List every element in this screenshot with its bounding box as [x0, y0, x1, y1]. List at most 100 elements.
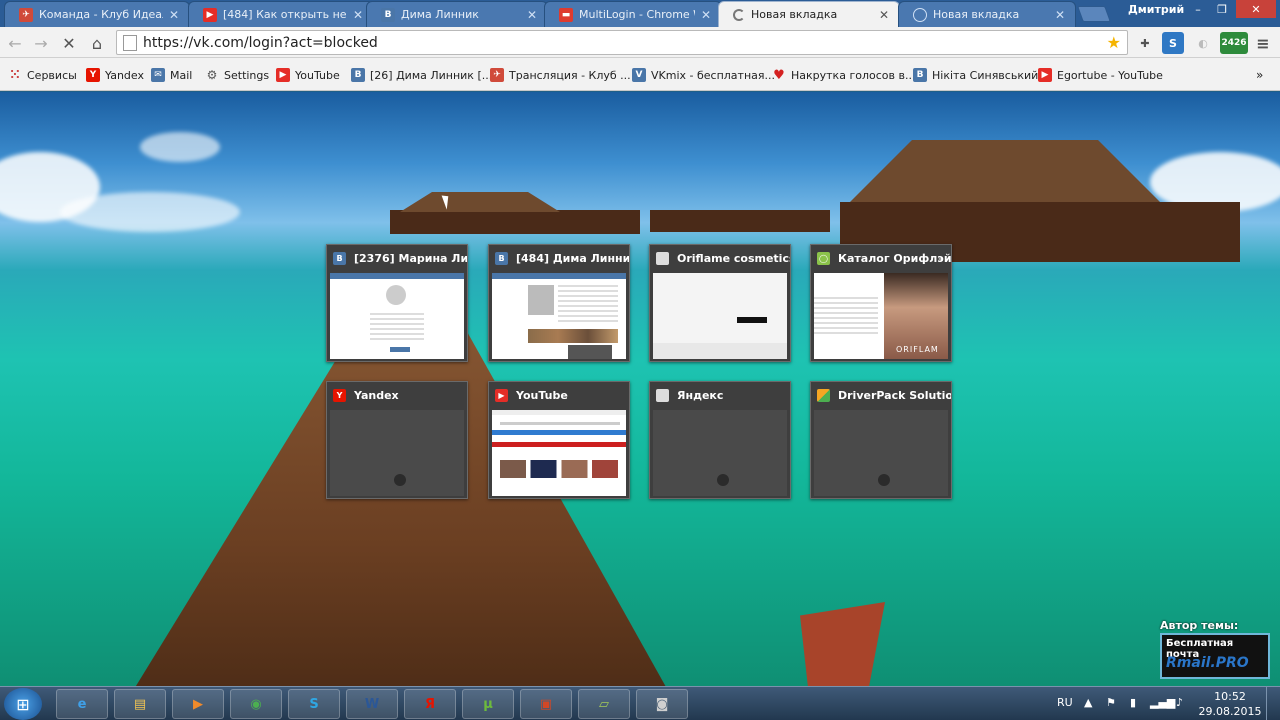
tab-3[interactable]: B Дима Линник ✕	[366, 1, 548, 27]
tab-2[interactable]: ▶ [484] Как открыть неско ✕	[188, 1, 374, 27]
bookmark-votes[interactable]: ♥ Накрутка голосов в...	[772, 67, 915, 83]
bookmark-star-icon[interactable]: ★	[1107, 33, 1121, 52]
minimize-button[interactable]: –	[1186, 0, 1210, 18]
forward-arrow-icon[interactable]: →	[30, 32, 52, 54]
home-icon[interactable]: ⌂	[86, 32, 108, 54]
tile-header: Y Yandex	[327, 382, 467, 408]
thumb-footer	[653, 343, 787, 359]
extension-badge: 2426	[1221, 37, 1247, 48]
speed-dial-tile[interactable]: B [484] Дима Линник	[488, 244, 630, 362]
url-input[interactable]	[143, 34, 1127, 51]
tab-favicon-icon: ✈	[19, 7, 33, 22]
bookmark-translation[interactable]: ✈ Трансляция - Клуб ...	[490, 67, 631, 83]
bookmark-services[interactable]: ⁙ Сервисы	[8, 67, 77, 83]
rocket-icon: ✈	[490, 68, 504, 82]
close-icon[interactable]: ✕	[877, 8, 891, 22]
new-tab-background	[0, 92, 1280, 686]
network-signal-icon[interactable]: ▂▄▆	[1150, 696, 1175, 709]
tile-header: Яндекс	[650, 382, 790, 408]
bookmark-dima[interactable]: B [26] Дима Линник [...	[351, 67, 492, 83]
language-indicator[interactable]: RU	[1057, 696, 1073, 709]
tab-title: Команда - Клуб Идеаль	[39, 8, 163, 21]
tile-label: Каталог Орифлэйм	[838, 251, 951, 265]
utorrent-icon[interactable]: µ	[462, 689, 514, 719]
overwater-hut	[650, 210, 830, 232]
camera-icon[interactable]: ◙	[636, 689, 688, 719]
tile-label: [2376] Марина Линн	[354, 251, 467, 265]
stop-icon[interactable]: ✕	[58, 32, 80, 54]
theme-author-badge[interactable]: Бесплатная почта Rmail.PRO	[1160, 633, 1270, 679]
word-icon[interactable]: W	[346, 689, 398, 719]
mail-icon: ✉	[151, 68, 165, 82]
more-bookmarks-chevron-icon[interactable]: »	[1256, 67, 1263, 83]
blank-page-icon	[656, 251, 669, 265]
speed-dial-tile[interactable]: DriverPack Solution	[810, 381, 952, 499]
close-icon[interactable]: ✕	[525, 8, 539, 22]
back-arrow-icon[interactable]: ←	[4, 32, 26, 54]
tab-4[interactable]: ▬ MultiLogin - Chrome We ✕	[544, 1, 722, 27]
bookmark-settings[interactable]: ⚙ Settings	[205, 67, 270, 83]
yandex-browser-icon[interactable]: Я	[404, 689, 456, 719]
speed-dial-tile[interactable]: Oriflame cosmetics	[649, 244, 791, 362]
youtube-icon: ▶	[1038, 68, 1052, 82]
bookmark-youtube[interactable]: ▶ YouTube	[276, 67, 340, 83]
speed-dial-tile[interactable]: Y Yandex	[326, 381, 468, 499]
catalog-icon: ◯	[817, 251, 830, 265]
presentation-icon[interactable]: ▣	[520, 689, 572, 719]
thumb-header-bar	[492, 273, 626, 279]
tab-5-active[interactable]: Новая вкладка ✕	[718, 1, 900, 27]
close-icon[interactable]: ✕	[699, 8, 713, 22]
new-tab-button[interactable]	[1077, 6, 1111, 22]
apps-grid-icon: ⁙	[9, 67, 21, 83]
hut-roof	[400, 192, 560, 212]
vk-icon: B	[351, 68, 365, 82]
close-icon[interactable]: ✕	[1053, 8, 1067, 22]
tab-6[interactable]: Новая вкладка ✕	[898, 1, 1076, 27]
tile-label: DriverPack Solution	[838, 388, 951, 402]
driverpack-icon	[817, 388, 830, 402]
close-icon[interactable]: ✕	[167, 8, 181, 22]
extension-puzzle-icon[interactable]: ✚	[1134, 32, 1156, 54]
action-center-flag-icon[interactable]: ⚑	[1106, 696, 1116, 709]
notes-icon[interactable]: ▱	[578, 689, 630, 719]
youtube-icon: ▶	[276, 68, 290, 82]
speed-dial-tile[interactable]: Яндекс	[649, 381, 791, 499]
battery-icon[interactable]: ▮	[1130, 696, 1136, 709]
profile-name[interactable]: Дмитрий	[1128, 3, 1184, 16]
close-icon[interactable]: ✕	[351, 8, 365, 22]
volume-icon[interactable]: ♪	[1176, 696, 1183, 709]
tray-expand-icon[interactable]: ▲	[1084, 696, 1092, 709]
bookmarks-bar: ⁙ Сервисы Y Yandex ✉ Mail ⚙ Settings ▶ YouTub…	[0, 58, 1280, 91]
speed-dial-tile[interactable]: B [2376] Марина Линн	[326, 244, 468, 362]
bookmark-yandex[interactable]: Y Yandex	[86, 67, 144, 83]
bookmark-mail[interactable]: ✉ Mail	[151, 67, 192, 83]
bookmark-nikita[interactable]: B Нікіта Синявський	[913, 67, 1038, 83]
media-player-icon[interactable]: ▶	[172, 689, 224, 719]
system-clock[interactable]: 10:52 29.08.2015	[1198, 689, 1262, 719]
skype-icon[interactable]: S	[288, 689, 340, 719]
restore-button[interactable]: ❐	[1210, 0, 1234, 18]
close-window-button[interactable]: ✕	[1236, 0, 1276, 18]
ie-icon[interactable]: e	[56, 689, 108, 719]
explorer-icon[interactable]: ▤	[114, 689, 166, 719]
tab-1[interactable]: ✈ Команда - Клуб Идеаль ✕	[4, 1, 190, 27]
menu-icon[interactable]: ≡	[1252, 32, 1274, 54]
speed-dial-tile[interactable]: ▶ YouTube	[488, 381, 630, 499]
loading-spinner-icon	[733, 8, 745, 21]
skype-extension-icon[interactable]: S	[1162, 32, 1184, 54]
overwater-hut	[390, 210, 640, 234]
gear-icon: ⚙	[206, 68, 218, 82]
chair-decoration	[800, 602, 885, 686]
show-desktop-button[interactable]	[1266, 687, 1280, 720]
address-bar[interactable]: ★	[116, 30, 1128, 55]
speed-dial-tile[interactable]: ◯ Каталог Орифлэйм ORIFLAM	[810, 244, 952, 362]
counter-extension-icon[interactable]: 2426	[1220, 32, 1248, 54]
tile-label: YouTube	[516, 388, 568, 402]
start-button[interactable]: ⊞	[4, 688, 42, 720]
windows-taskbar: ⊞ e ▤ ▶ ◉ S W Я µ ▣ ▱ ◙ RU ▲ ⚑ ▮ ▂▄▆ ♪ 1…	[0, 686, 1280, 720]
extension-icon[interactable]: ◐	[1192, 32, 1214, 54]
tile-label: Oriflame cosmetics	[677, 251, 790, 265]
bookmark-vkmix[interactable]: V VKmix - бесплатная...	[632, 67, 775, 83]
chrome-icon[interactable]: ◉	[230, 689, 282, 719]
bookmark-egortube[interactable]: ▶ Egortube - YouTube	[1038, 67, 1163, 83]
